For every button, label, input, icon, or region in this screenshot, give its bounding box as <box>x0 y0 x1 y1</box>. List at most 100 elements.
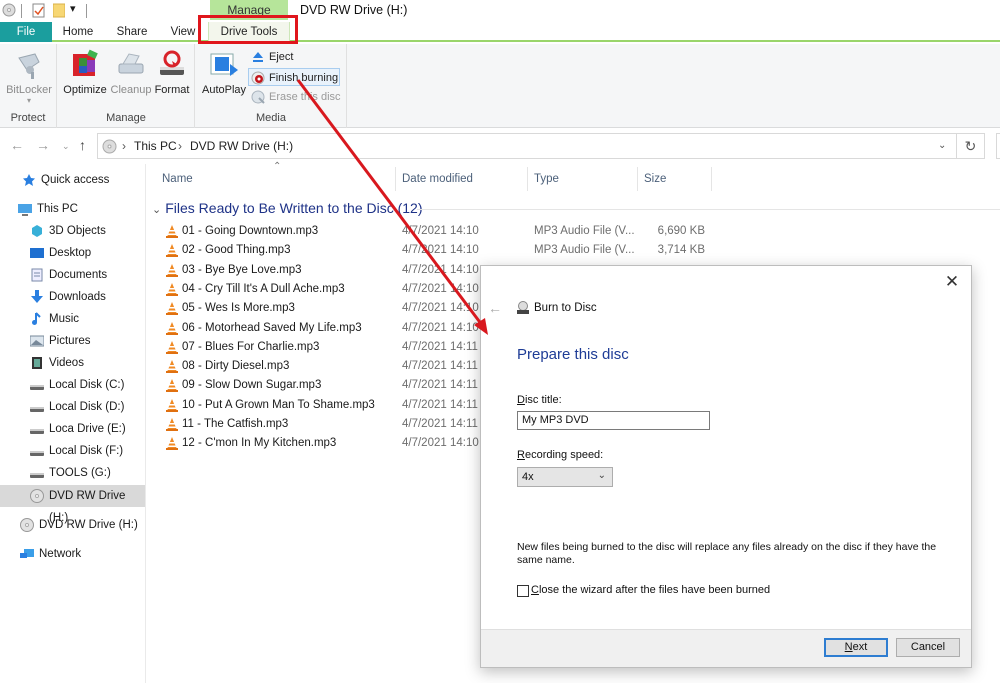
sidebar-item[interactable]: Downloads <box>0 286 145 308</box>
format-icon <box>160 50 184 75</box>
breadcrumb-dvd-drive[interactable]: DVD RW Drive (H:) <box>190 139 293 153</box>
file-date: 4/7/2021 14:10 <box>402 225 479 237</box>
sidebar-item[interactable]: This PC <box>0 198 145 220</box>
sidebar-item[interactable]: TOOLS (G:) <box>0 462 145 484</box>
sidebar-item[interactable]: Videos <box>0 352 145 374</box>
address-history-dropdown[interactable]: ⌄ <box>938 140 946 151</box>
column-header-type[interactable]: Type <box>534 173 559 195</box>
optimize-button[interactable]: Optimize <box>62 48 108 96</box>
next-button[interactable]: Next <box>824 638 888 657</box>
disc-icon <box>2 3 16 17</box>
sidebar-item-label: Videos <box>49 357 84 369</box>
overwrite-note: New files being burned to the disc will … <box>517 541 937 566</box>
ribbon-tabs: File Home Share View Drive Tools <box>0 22 1000 42</box>
sidebar-item[interactable]: Local Disk (D:) <box>0 396 145 418</box>
bitlocker-button[interactable]: BitLocker ▾ <box>4 48 54 105</box>
group-header[interactable]: ⌄ Files Ready to Be Written to the Disc (… <box>152 200 423 216</box>
sidebar-item[interactable]: Documents <box>0 264 145 286</box>
file-name: 07 - Blues For Charlie.mp3 <box>182 340 320 353</box>
recording-speed-label: Recording speed: <box>517 449 604 461</box>
file-date: 4/7/2021 14:10 <box>402 321 479 334</box>
sidebar-item[interactable]: Loca Drive (E:) <box>0 418 145 440</box>
sidebar-item[interactable]: Music <box>0 308 145 330</box>
file-name: 09 - Slow Down Sugar.mp3 <box>182 379 322 392</box>
sidebar-item[interactable]: 3D Objects <box>0 220 145 242</box>
autoplay-label: AutoPlay <box>201 84 247 96</box>
file-date: 4/7/2021 14:11 <box>402 360 478 373</box>
breadcrumb-this-pc[interactable]: This PC <box>134 139 177 153</box>
file-row[interactable]: 02 - Good Thing.mp3 4/7/2021 14:10 MP3 Aud… <box>147 241 1000 260</box>
sidebar-item[interactable]: DVD RW Drive (H:) <box>0 514 145 536</box>
cancel-button[interactable]: Cancel <box>896 638 960 657</box>
file-date: 4/7/2021 14:10 <box>402 302 479 315</box>
group-label-media: Media <box>256 112 286 124</box>
sidebar-item[interactable]: Quick access <box>0 169 145 191</box>
autoplay-icon <box>210 53 238 76</box>
address-bar[interactable]: › This PC › DVD RW Drive (H:) ⌄ <box>97 133 957 159</box>
properties-icon[interactable] <box>32 3 45 18</box>
close-button[interactable]: ✕ <box>941 272 963 292</box>
new-folder-icon[interactable] <box>53 3 65 18</box>
search-box[interactable] <box>996 133 1000 159</box>
finish-burning-button[interactable]: Finish burning <box>248 68 340 86</box>
file-row[interactable]: 01 - Going Downtown.mp3 4/7/2021 14:10 MP3… <box>147 222 1000 241</box>
sidebar-item[interactable]: Local Disk (C:) <box>0 374 145 396</box>
navigation-bar: ← → ⌄ ↑ › This PC › DVD RW Drive (H:) ⌄ … <box>0 128 1000 164</box>
refresh-button[interactable]: ↻ <box>957 133 985 159</box>
sidebar-item[interactable]: Network <box>0 543 145 565</box>
desktop-icon <box>30 248 44 258</box>
autoplay-button[interactable]: AutoPlay <box>201 48 247 96</box>
file-date: 4/7/2021 14:10 <box>402 263 479 276</box>
cleanup-button[interactable]: Cleanup <box>109 48 153 96</box>
eject-button[interactable]: Eject <box>249 48 293 66</box>
sidebar-item-label: Local Disk (D:) <box>49 401 125 413</box>
burn-to-disc-dialog: ✕ ← Burn to Disc Prepare this disc Disc … <box>480 265 972 668</box>
sidebar-item[interactable]: Pictures <box>0 330 145 352</box>
cleanup-icon <box>118 53 144 74</box>
column-header-size[interactable]: Size <box>644 173 666 195</box>
breadcrumb-separator: › <box>178 139 182 153</box>
sidebar-item[interactable]: DVD RW Drive (H:) <box>0 485 145 524</box>
recording-speed-select[interactable]: 4x ⌄ <box>517 467 613 487</box>
sidebar-item[interactable]: Desktop <box>0 242 145 264</box>
sidebar-item-label: This PC <box>37 203 78 215</box>
column-divider[interactable] <box>527 167 528 191</box>
column-divider[interactable] <box>711 167 712 191</box>
divider <box>86 4 87 18</box>
up-button[interactable]: ↑ <box>79 137 86 153</box>
group-header-label: Files Ready to Be Written to the Disc (1… <box>165 200 423 216</box>
drive-icon <box>30 385 44 390</box>
file-name: 08 - Dirty Diesel.mp3 <box>182 360 290 373</box>
file-date: 4/7/2021 14:11 <box>402 379 478 392</box>
column-header-name[interactable]: Name <box>162 173 193 195</box>
sidebar-item[interactable]: Local Disk (F:) <box>0 440 145 462</box>
music-icon <box>32 312 41 325</box>
customize-quick-access-icon[interactable]: ▾ <box>70 2 76 15</box>
vlc-file-icon <box>166 302 178 316</box>
back-button[interactable]: ← <box>10 137 24 153</box>
format-button[interactable]: Format <box>153 48 191 96</box>
dialog-heading: Prepare this disc <box>517 346 629 363</box>
back-button[interactable]: ← <box>488 300 502 316</box>
close-wizard-checkbox[interactable] <box>517 585 529 597</box>
recent-locations-button[interactable]: ⌄ <box>62 141 70 152</box>
tab-file[interactable]: File <box>0 22 52 42</box>
tab-home[interactable]: Home <box>56 22 100 42</box>
sidebar-item-label: Network <box>39 548 82 560</box>
column-header-date[interactable]: Date modified <box>402 173 473 195</box>
close-wizard-label[interactable]: Close the wizard after the files have be… <box>531 584 770 596</box>
forward-button[interactable]: → <box>36 137 50 153</box>
vlc-file-icon <box>166 263 178 277</box>
file-date: 4/7/2021 14:11 <box>402 340 478 353</box>
sidebar-item-label: 3D Objects <box>49 225 106 237</box>
erase-disc-button[interactable]: Erase this disc <box>249 88 341 106</box>
network-icon <box>20 549 34 558</box>
column-divider[interactable] <box>637 167 638 191</box>
sidebar-item-label: Music <box>49 313 80 325</box>
erase-disc-label: Erase this disc <box>269 91 341 103</box>
tab-share[interactable]: Share <box>110 22 154 42</box>
format-label: Format <box>154 84 190 96</box>
disc-title-input[interactable]: My MP3 DVD <box>517 411 710 430</box>
column-divider[interactable] <box>395 167 396 191</box>
disc-icon <box>30 489 44 503</box>
